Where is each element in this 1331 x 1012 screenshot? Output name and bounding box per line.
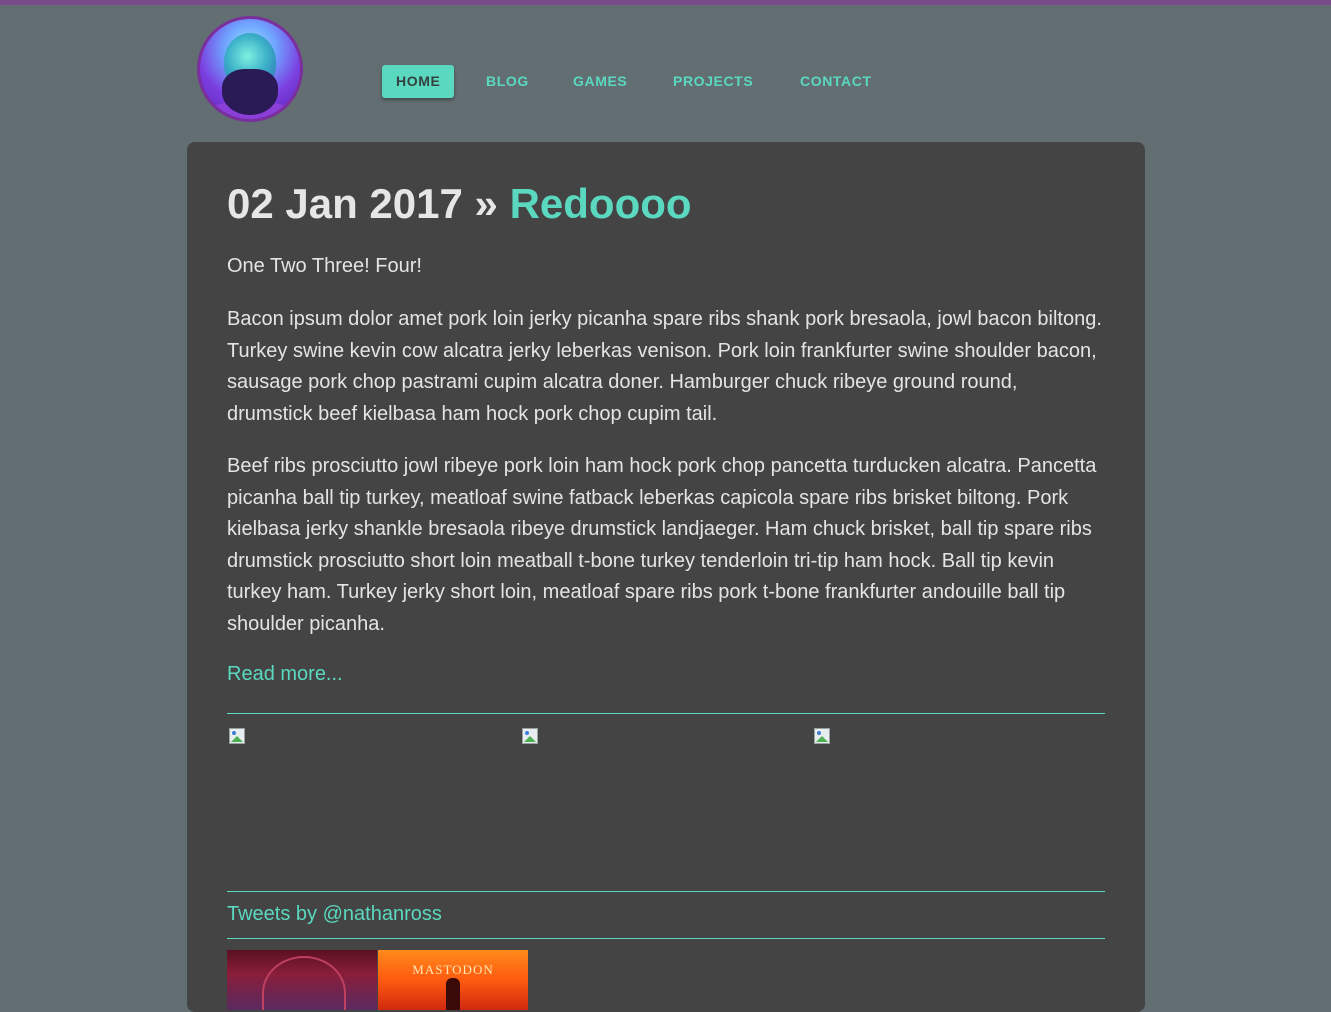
- read-more-link[interactable]: Read more...: [227, 663, 343, 686]
- album-thumbnail[interactable]: MASTODON: [378, 950, 528, 1010]
- tweets-link[interactable]: Tweets by @nathanross: [227, 903, 442, 926]
- broken-image-icon[interactable]: [522, 728, 538, 744]
- divider: [227, 713, 1105, 714]
- title-separator: »: [474, 180, 498, 227]
- nav-blog[interactable]: BLOG: [486, 65, 529, 98]
- post-paragraph-1: One Two Three! Four!: [227, 255, 422, 277]
- post-card: 02 Jan 2017 » Redoooo One Two Three! Fou…: [187, 142, 1145, 1012]
- nav-contact[interactable]: CONTACT: [800, 65, 872, 98]
- album-thumbnail[interactable]: [227, 950, 377, 1010]
- divider: [227, 938, 1105, 939]
- thumbnail-art: [262, 956, 346, 1010]
- divider: [227, 891, 1105, 892]
- post-paragraph-3: Beef ribs prosciutto jowl ribeye pork lo…: [227, 455, 1097, 635]
- avatar[interactable]: [197, 16, 303, 122]
- post-paragraph-2: Bacon ipsum dolor amet pork loin jerky p…: [227, 308, 1102, 425]
- nav-projects[interactable]: PROJECTS: [673, 65, 753, 98]
- avatar-beard: [222, 69, 278, 115]
- nav-games[interactable]: GAMES: [573, 65, 627, 98]
- thumbnail-band-name: MASTODON: [412, 962, 494, 977]
- broken-image-icon[interactable]: [229, 728, 245, 744]
- post-date: 02 Jan 2017: [227, 180, 463, 227]
- top-accent-bar: [0, 0, 1331, 5]
- thumbnail-art: [446, 978, 460, 1010]
- broken-image-icon[interactable]: [814, 728, 830, 744]
- post-title: 02 Jan 2017 » Redoooo: [227, 180, 692, 228]
- post-title-link[interactable]: Redoooo: [510, 180, 692, 227]
- nav-home[interactable]: HOME: [382, 65, 455, 98]
